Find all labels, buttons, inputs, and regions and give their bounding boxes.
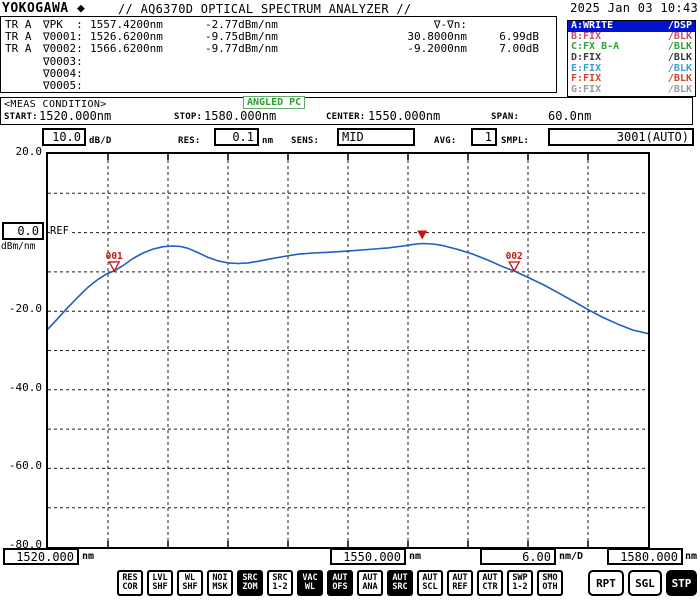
- table-row: TR A ∇0001: 1526.6200nm -9.75dBm/nm 30.8000n…: [1, 30, 556, 43]
- softkey-aut-scl[interactable]: AUT SCL: [417, 570, 443, 596]
- start-label: START:: [4, 112, 38, 122]
- delta-db-cell: 7.00dB: [499, 42, 539, 56]
- y-axis-tick--40: -40.0: [8, 381, 42, 394]
- marker-id-cell: ∇0003:: [43, 54, 83, 68]
- x-stop-readout: 1580.000: [607, 548, 683, 565]
- table-row: ∇0005:: [1, 79, 556, 93]
- softkey-src-zom[interactable]: SRC ZOM: [237, 570, 263, 596]
- start-value: 1520.000nm: [39, 109, 112, 123]
- softkey-lvl-shf[interactable]: LVL SHF: [147, 570, 173, 596]
- stop-label: STOP:: [174, 112, 203, 122]
- level-scale-unit: dB/D: [89, 136, 112, 146]
- x-div-readout: 6.00: [480, 548, 556, 565]
- ref-level-field[interactable]: 0.0: [2, 222, 44, 240]
- x-div-unit: nm/D: [559, 551, 584, 562]
- table-row: ∇0003:: [1, 54, 556, 68]
- softkey-aut-ref[interactable]: AUT REF: [447, 570, 473, 596]
- ref-line-label: REF: [50, 225, 71, 237]
- res-label: RES:: [178, 136, 201, 146]
- y-axis-tick-20: 20.0: [15, 145, 43, 158]
- wavelength-cell: 1566.6200nm: [90, 42, 163, 56]
- res-field[interactable]: 0.1: [214, 128, 259, 146]
- softkey-wl-shf[interactable]: WL SHF: [177, 570, 203, 596]
- trace-status: /BLK: [667, 84, 692, 96]
- marker-info-panel: TR A ∇PK :1557.4200nm -2.77dBm/nm ∇-∇n: TR …: [0, 16, 557, 93]
- softkey-src-1-2[interactable]: SRC 1-2: [267, 570, 293, 596]
- svg-text:001: 001: [106, 251, 123, 262]
- svg-text:002: 002: [506, 251, 523, 262]
- smpl-field[interactable]: 3001(AUTO): [548, 128, 694, 146]
- softkey-aut-ctr[interactable]: AUT CTR: [477, 570, 503, 596]
- avg-label: AVG:: [434, 136, 457, 146]
- x-center-unit: nm: [409, 551, 422, 562]
- x-start-readout: 1520.000: [3, 548, 79, 565]
- x-stop-unit: nm: [685, 551, 698, 562]
- spectrum-chart: 001 002: [47, 154, 649, 547]
- datetime: 2025 Jan 03 10:43: [570, 1, 698, 15]
- sens-label: SENS:: [291, 136, 320, 146]
- stop-value: 1580.000nm: [204, 109, 277, 123]
- level-scale-field[interactable]: 10.0: [42, 128, 86, 146]
- y-axis-tick--20: -20.0: [8, 302, 42, 315]
- level-cell: -9.77dBm/nm: [205, 42, 278, 56]
- smpl-label: SMPL:: [501, 136, 530, 146]
- marker-id-cell: ∇0005:: [43, 79, 83, 93]
- softkey-aut-src[interactable]: AUT SRC: [387, 570, 413, 596]
- avg-field[interactable]: 1: [471, 128, 497, 146]
- softkey-noi-msk[interactable]: NOI MSK: [207, 570, 233, 596]
- center-label: CENTER:: [326, 112, 366, 122]
- spectrum-plot: 001 002: [46, 152, 650, 549]
- trace-name: G:FIX: [571, 84, 602, 96]
- softkey-smo-oth[interactable]: SMO OTH: [537, 570, 563, 596]
- table-row: TR A ∇PK :1557.4200nm -2.77dBm/nm ∇-∇n:: [1, 18, 556, 31]
- trace-cell: TR A: [5, 42, 32, 56]
- brand-logo: YOKOGAWA ◆: [2, 1, 86, 16]
- trace-list: A:WRITE/DSP B:FIX/BLK C:FX B-A/BLK D:FIX…: [567, 20, 696, 97]
- repeat-sweep-button[interactable]: RPT: [588, 570, 624, 596]
- single-sweep-button[interactable]: SGL: [628, 570, 662, 596]
- x-center-readout: 1550.000: [330, 548, 406, 565]
- res-unit: nm: [262, 136, 274, 146]
- ref-level-unit: dBm/nm: [1, 241, 36, 252]
- softkey-swp-1-2[interactable]: SWP 1-2: [507, 570, 533, 596]
- x-start-unit: nm: [82, 551, 95, 562]
- table-row: TR A ∇0002: 1566.6200nm -9.77dBm/nm -9.2000n…: [1, 43, 556, 55]
- stop-sweep-button[interactable]: STP: [666, 570, 697, 596]
- trace-item-g[interactable]: G:FIX/BLK: [568, 84, 695, 96]
- sens-field[interactable]: MID: [337, 128, 415, 146]
- span-value: 60.0nm: [548, 109, 592, 123]
- softkey-aut-ana[interactable]: AUT ANA: [357, 570, 383, 596]
- y-axis-tick--60: -60.0: [8, 459, 42, 472]
- page-title: // AQ6370D OPTICAL SPECTRUM ANALYZER //: [118, 2, 412, 16]
- span-label: SPAN:: [491, 112, 520, 122]
- marker-id-cell: ∇0002:: [43, 42, 83, 56]
- diamond-icon: ◆: [76, 1, 86, 16]
- center-value: 1550.000nm: [368, 109, 441, 123]
- softkey-aut-ofs[interactable]: AUT OFS: [327, 570, 353, 596]
- softkey-res-cor[interactable]: RES COR: [117, 570, 143, 596]
- delta-cell: -9.2000nm: [407, 42, 467, 56]
- softkey-vac-wl[interactable]: VAC WL: [297, 570, 323, 596]
- connector-badge: ANGLED PC: [243, 96, 306, 109]
- table-row: ∇0004:: [1, 67, 556, 80]
